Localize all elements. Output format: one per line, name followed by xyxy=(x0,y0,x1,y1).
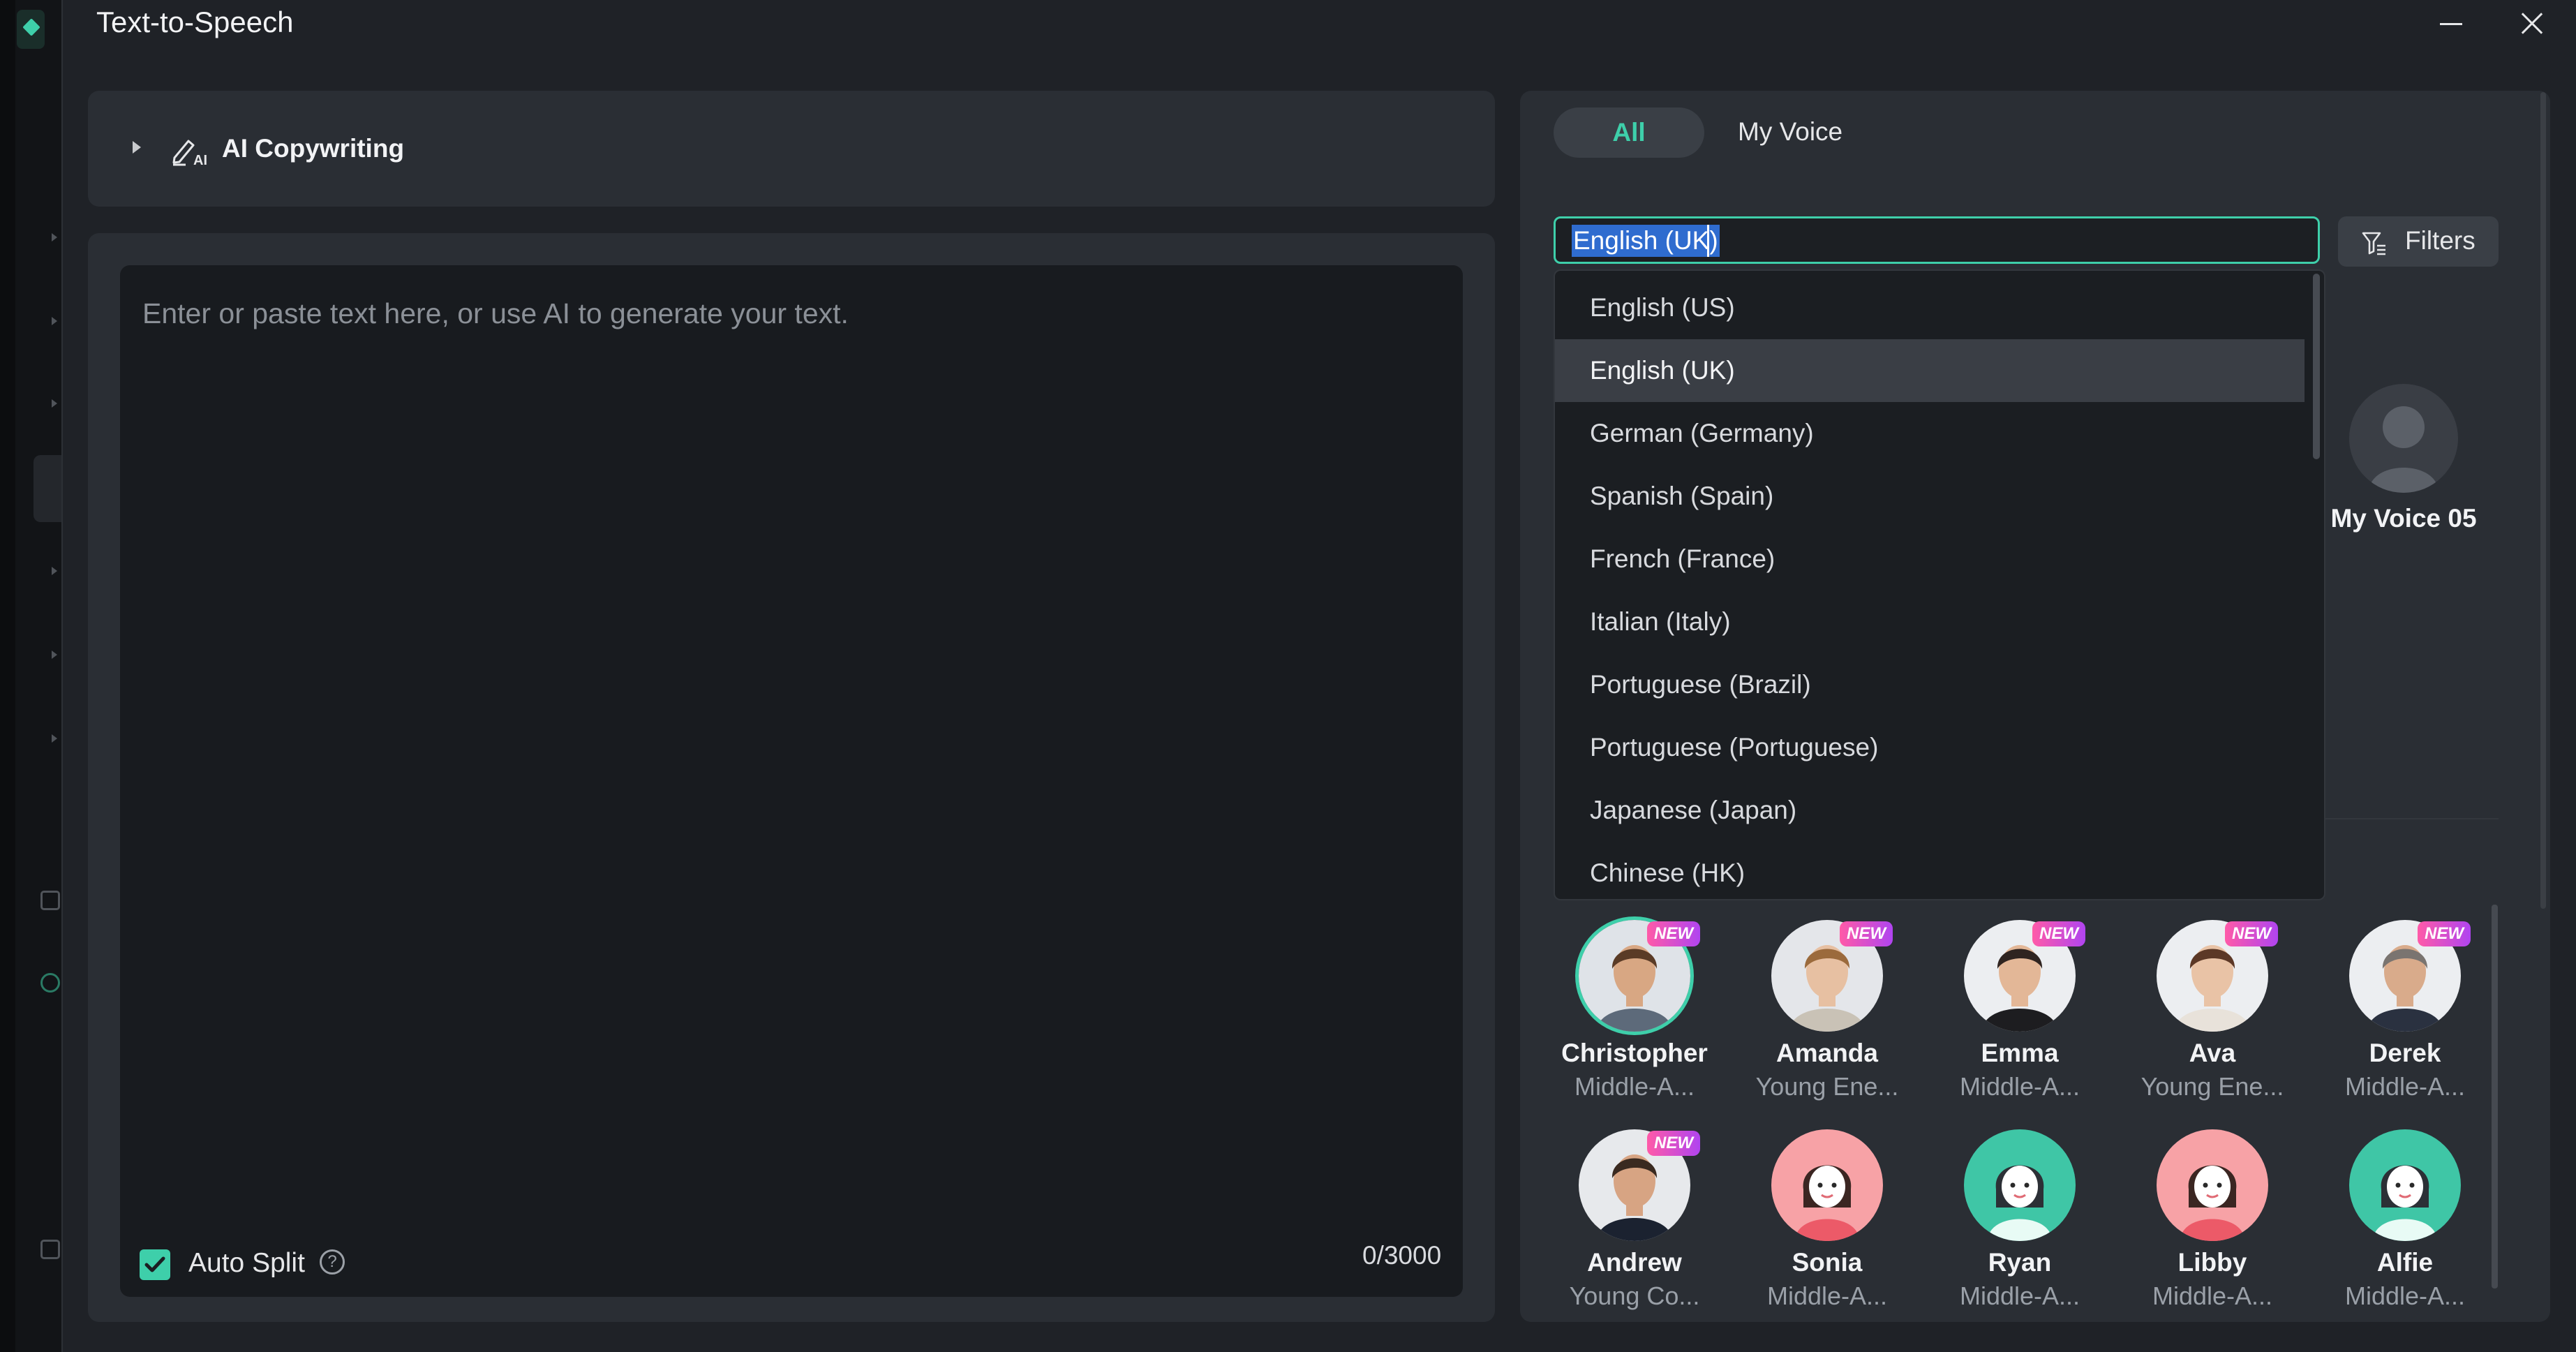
language-option[interactable]: Japanese (Japan) xyxy=(1555,779,2305,842)
refresh-icon xyxy=(40,973,60,993)
filters-label: Filters xyxy=(2405,226,2476,255)
language-input-value: English (UK) xyxy=(1572,225,1720,257)
background-app-strip xyxy=(0,0,61,1352)
voice-description: Young Ene... xyxy=(1755,1072,1899,1101)
tab-all[interactable]: All xyxy=(1554,107,1704,158)
voice-description: Middle-A... xyxy=(2344,1072,2466,1101)
my-voice-name: My Voice 05 xyxy=(2330,504,2477,533)
tab-my-voice[interactable]: My Voice xyxy=(1738,117,1842,147)
voice-card[interactable]: NEW Andrew Young Co... xyxy=(1551,1129,1718,1332)
ai-pen-icon: AI xyxy=(170,134,209,168)
panel-scrollbar[interactable] xyxy=(2540,92,2546,909)
voice-description: Middle-A... xyxy=(1574,1072,1695,1101)
voice-name: Derek xyxy=(2369,1039,2441,1067)
voice-card[interactable]: Ryan Middle-A... xyxy=(1936,1129,2104,1332)
collapsed-arrow-icon xyxy=(52,651,57,659)
expand-caret-icon[interactable] xyxy=(133,141,141,154)
language-option[interactable]: French (France) xyxy=(1555,528,2305,590)
voice-name: Emma xyxy=(1981,1039,2059,1067)
voice-card[interactable]: Sonia Middle-A... xyxy=(1743,1129,1911,1332)
collapsed-arrow-icon xyxy=(52,567,57,575)
app-logo-icon xyxy=(17,10,45,49)
text-input-placeholder: Enter or paste text here, or use AI to g… xyxy=(142,297,849,329)
voice-description: Middle-A... xyxy=(1959,1282,2080,1310)
language-option[interactable]: German (Germany) xyxy=(1555,402,2305,465)
new-badge: NEW xyxy=(2032,921,2085,946)
voice-avatar[interactable] xyxy=(2349,1129,2461,1241)
voice-name: Alfie xyxy=(2376,1248,2434,1277)
auto-split-label: Auto Split xyxy=(188,1248,305,1278)
voice-name: Christopher xyxy=(1561,1039,1708,1067)
svg-text:AI: AI xyxy=(193,153,207,166)
voice-card[interactable]: Alfie Middle-A... xyxy=(2321,1129,2489,1332)
new-badge: NEW xyxy=(1647,921,1700,946)
language-option[interactable]: Spanish (Spain) xyxy=(1555,465,2305,528)
auto-split-checkbox[interactable] xyxy=(140,1249,170,1280)
collapsed-arrow-icon xyxy=(52,734,57,743)
ai-copywriting-label: AI Copywriting xyxy=(222,134,405,163)
help-icon[interactable]: ? xyxy=(320,1249,345,1275)
language-option[interactable]: Portuguese (Portuguese) xyxy=(1555,716,2305,779)
collapsed-arrow-icon xyxy=(52,233,57,242)
voice-list-scrollbar[interactable] xyxy=(2492,905,2498,1288)
filter-icon xyxy=(2360,229,2388,257)
new-badge: NEW xyxy=(2225,921,2278,946)
minimize-icon xyxy=(2440,23,2462,25)
voice-name: Sonia xyxy=(1792,1248,1863,1277)
collapsed-arrow-icon xyxy=(52,317,57,325)
voice-description: Young Ene... xyxy=(2141,1072,2284,1101)
text-caret xyxy=(1707,225,1709,257)
voice-name: Amanda xyxy=(1776,1039,1878,1067)
dropdown-scrollbar[interactable] xyxy=(2313,274,2320,459)
language-option[interactable]: English (US) xyxy=(1555,276,2305,339)
voice-description: Middle-A... xyxy=(2344,1282,2466,1310)
voice-avatar[interactable] xyxy=(2157,1129,2268,1241)
language-option[interactable]: Portuguese (Brazil) xyxy=(1555,653,2305,716)
voice-card[interactable]: NEW Amanda Young Ene... xyxy=(1743,920,1911,1122)
collapsed-arrow-icon xyxy=(52,399,57,408)
close-button[interactable] xyxy=(2514,6,2550,42)
voice-avatar[interactable] xyxy=(1964,1129,2076,1241)
voice-name: Andrew xyxy=(1587,1248,1682,1277)
voice-card[interactable]: Libby Middle-A... xyxy=(2129,1129,2296,1332)
language-option[interactable]: Chinese (HK) xyxy=(1555,842,2305,899)
voice-description: Middle-A... xyxy=(1959,1072,2080,1101)
folder-icon xyxy=(40,1240,60,1259)
text-input-area[interactable] xyxy=(120,265,1463,1297)
language-option[interactable]: Italian (Italy) xyxy=(1555,590,2305,653)
voice-name: Ryan xyxy=(1988,1248,2052,1277)
language-option[interactable]: English (UK) xyxy=(1555,339,2305,402)
language-dropdown: English (US) English (UK) German (Germany)… xyxy=(1554,269,2325,900)
window-title: Text-to-Speech xyxy=(96,6,294,38)
voice-description: Young Co... xyxy=(1569,1282,1700,1310)
new-badge: NEW xyxy=(1840,921,1893,946)
minimize-button[interactable] xyxy=(2433,14,2469,34)
voice-card[interactable]: NEW Emma Middle-A... xyxy=(1936,920,2104,1122)
voice-name: Ava xyxy=(2189,1039,2236,1067)
char-count: 0/3000 xyxy=(1362,1241,1442,1270)
my-voice-avatar[interactable] xyxy=(2349,384,2458,493)
check-icon xyxy=(144,1256,165,1272)
new-badge: NEW xyxy=(1647,1131,1700,1156)
voice-description: Middle-A... xyxy=(1766,1282,1888,1310)
voice-avatar[interactable] xyxy=(1771,1129,1883,1241)
voice-description: Middle-A... xyxy=(2152,1282,2273,1310)
grid-icon xyxy=(40,891,60,910)
voice-card[interactable]: NEW Ava Young Ene... xyxy=(2129,920,2296,1122)
voice-card[interactable]: NEW Derek Middle-A... xyxy=(2321,920,2489,1122)
voice-name: Libby xyxy=(2177,1248,2247,1277)
voice-card[interactable]: NEW Christopher Middle-A... xyxy=(1551,920,1718,1122)
new-badge: NEW xyxy=(2418,921,2471,946)
